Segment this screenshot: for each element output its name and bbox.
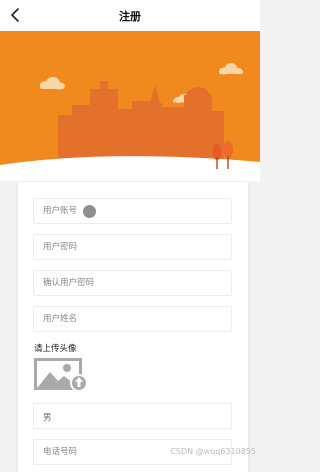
register-form: 请上传头像 男	[18, 182, 248, 472]
top-nav-bar: 注册	[0, 0, 260, 31]
cursor-indicator	[83, 205, 96, 218]
watermark: CSDN @wqq6310855	[170, 447, 256, 456]
banner-illustration	[0, 31, 260, 181]
confirm-password-field[interactable]	[33, 270, 232, 296]
header-banner	[0, 31, 260, 181]
image-upload-icon[interactable]	[34, 358, 90, 394]
account-input[interactable]	[34, 199, 231, 223]
page-title: 注册	[119, 10, 141, 23]
confirm-password-input[interactable]	[34, 271, 231, 295]
password-field[interactable]	[33, 234, 232, 260]
name-field[interactable]	[33, 306, 232, 332]
password-input[interactable]	[34, 235, 231, 259]
gender-value: 男	[43, 413, 52, 423]
name-input[interactable]	[34, 307, 231, 331]
avatar-upload-label: 请上传头像	[34, 344, 77, 354]
gender-select[interactable]: 男	[33, 403, 232, 429]
account-field[interactable]	[33, 198, 232, 224]
